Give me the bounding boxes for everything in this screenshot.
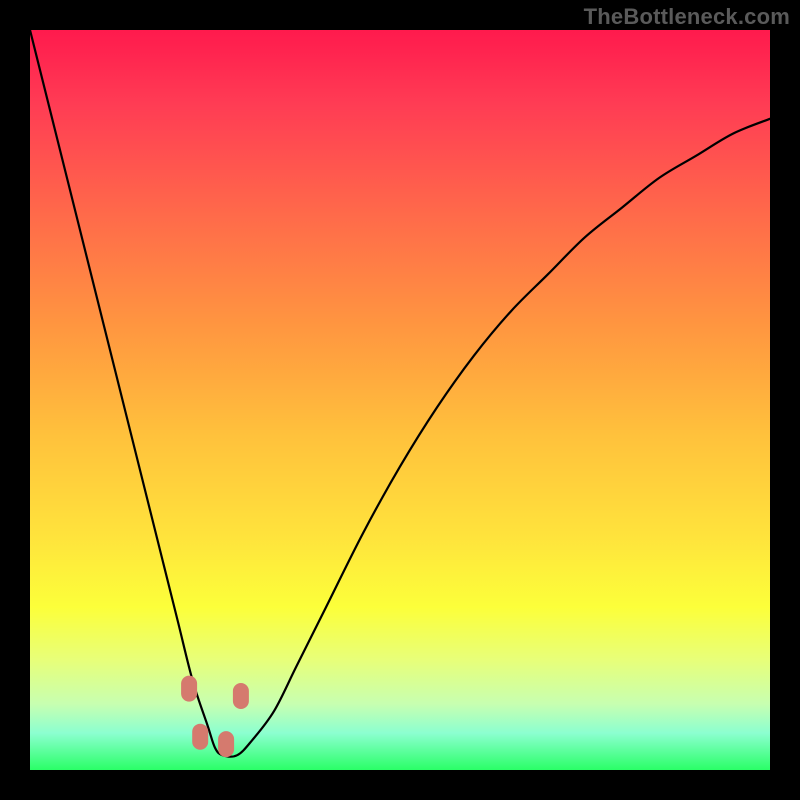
curve-markers (181, 676, 249, 758)
plot-area (30, 30, 770, 770)
chart-frame: TheBottleneck.com (0, 0, 800, 800)
bottleneck-curve (30, 30, 770, 757)
curve-marker-1 (192, 724, 208, 750)
watermark-text: TheBottleneck.com (584, 4, 790, 30)
curve-marker-2 (218, 731, 234, 757)
curve-marker-3 (233, 683, 249, 709)
curve-svg (30, 30, 770, 770)
curve-marker-0 (181, 676, 197, 702)
